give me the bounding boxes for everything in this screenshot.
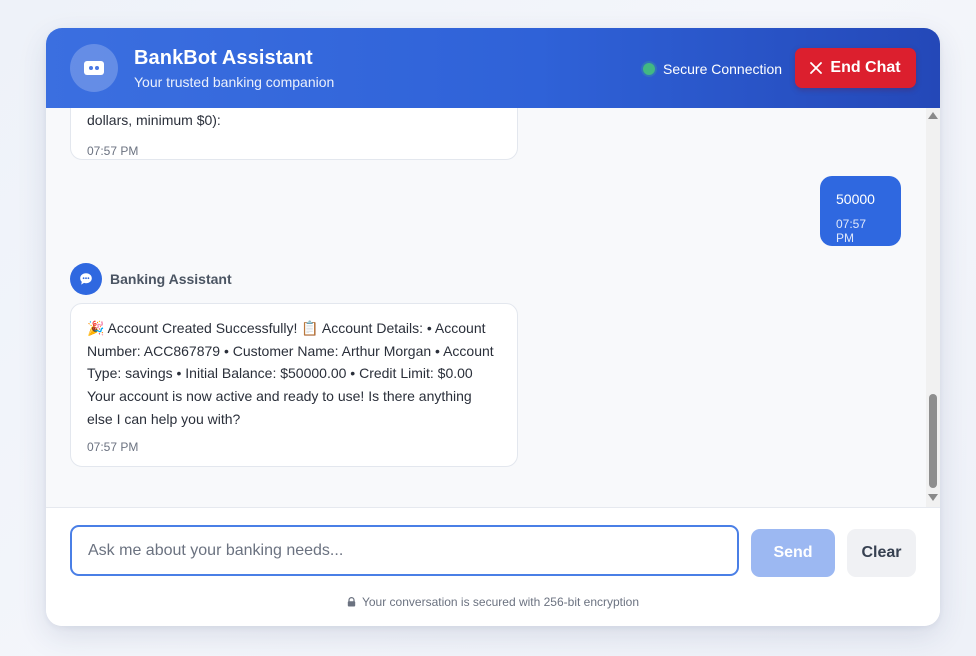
- lock-icon: [347, 597, 356, 607]
- end-chat-label: End Chat: [830, 59, 901, 76]
- app-title: BankBot Assistant: [134, 47, 313, 69]
- security-note: Your conversation is secured with 256-bi…: [46, 595, 940, 609]
- message-text: dollars, minimum $0):: [87, 112, 221, 128]
- clear-button[interactable]: Clear: [847, 529, 916, 577]
- message-scrollbar[interactable]: [926, 108, 940, 507]
- security-note-text: Your conversation is secured with 256-bi…: [361, 595, 640, 609]
- user-message: 50000 07:57 PM: [820, 176, 901, 246]
- message-time: 07:57 PM: [87, 439, 139, 454]
- scroll-down-arrow-icon[interactable]: [928, 494, 938, 501]
- message-time: 07:57 PM: [836, 217, 867, 245]
- end-chat-button[interactable]: End Chat: [795, 48, 916, 88]
- chat-window: BankBot Assistant Your trusted banking c…: [46, 28, 940, 626]
- message-time: 07:57 PM: [87, 144, 139, 158]
- chat-bubble-icon: [70, 263, 102, 295]
- status-dot-icon: [643, 63, 655, 75]
- close-icon: [810, 62, 823, 74]
- send-button[interactable]: Send: [751, 529, 835, 577]
- scrollbar-thumb[interactable]: [929, 394, 937, 488]
- assistant-name: Banking Assistant: [110, 271, 232, 287]
- message-input[interactable]: [70, 525, 739, 576]
- wallet-icon: [70, 44, 118, 92]
- bot-message: 🎉 Account Created Successfully! 📋 Accoun…: [70, 303, 518, 467]
- connection-status-label: Secure Connection: [663, 61, 783, 77]
- connection-status: Secure Connection: [643, 60, 782, 78]
- assistant-header: Banking Assistant: [70, 263, 232, 295]
- message-text: 50000: [836, 191, 875, 207]
- message-list[interactable]: dollars, minimum $0): 07:57 PM 50000 07:…: [46, 108, 940, 507]
- message-text: 🎉 Account Created Successfully! 📋 Accoun…: [87, 320, 494, 427]
- bot-message: dollars, minimum $0): 07:57 PM: [70, 108, 518, 160]
- chat-header: BankBot Assistant Your trusted banking c…: [46, 28, 940, 108]
- scroll-up-arrow-icon[interactable]: [928, 112, 938, 119]
- app-subtitle: Your trusted banking companion: [134, 74, 335, 90]
- composer: Send Clear Your conversation is secured …: [46, 507, 940, 626]
